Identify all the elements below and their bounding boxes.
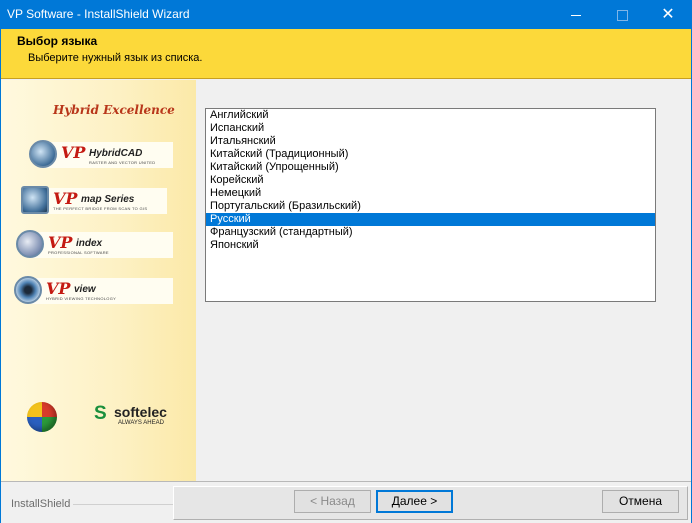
product-hybridcad: VP HybridCAD RASTER AND VECTOR UNITED — [29, 140, 173, 168]
language-option[interactable]: Португальский (Бразильский) — [206, 200, 655, 213]
product-name: HybridCAD — [89, 148, 143, 159]
footer-bar: InstallShield < Назад Далее > Отмена — [1, 481, 691, 523]
page-instruction: Выберите нужный язык из списка. — [28, 52, 203, 64]
language-option[interactable]: Русский — [206, 213, 655, 226]
language-option[interactable]: Китайский (Традиционный) — [206, 148, 655, 161]
header-banner: Выбор языка Выберите нужный язык из спис… — [1, 29, 691, 79]
page-title: Выбор языка — [17, 34, 98, 48]
softelec-wordmark: softelec — [114, 404, 167, 420]
language-option[interactable]: Английский — [206, 109, 655, 122]
cancel-button[interactable]: Отмена — [602, 490, 679, 513]
branding-panel: Hybrid Excellence VP HybridCAD RASTER AN… — [1, 80, 196, 481]
language-option[interactable]: Испанский — [206, 122, 655, 135]
close-icon[interactable]: ✕ — [645, 1, 691, 29]
language-option[interactable]: Китайский (Упрощенный) — [206, 161, 655, 174]
next-button[interactable]: Далее > — [376, 490, 453, 513]
product-tagline: THE PERFECT BRIDGE FROM SCAN TO GIS — [53, 206, 148, 211]
hybrid-excellence-label: Hybrid Excellence — [53, 103, 175, 117]
softelec-logo-icon: S — [94, 403, 107, 424]
product-view: VP view HYBRID VIEWING TECHNOLOGY — [14, 276, 173, 304]
back-button[interactable]: < Назад — [294, 490, 371, 513]
product-name: view — [74, 284, 96, 295]
color-ball-logo-icon — [27, 402, 57, 432]
installer-window: VP Software - InstallShield Wizard ✕ Выб… — [0, 0, 692, 523]
product-tagline: RASTER AND VECTOR UNITED — [89, 160, 156, 165]
index-logo-icon — [16, 230, 44, 258]
map-logo-icon — [21, 186, 49, 214]
window-title: VP Software - InstallShield Wizard — [7, 7, 190, 21]
language-option[interactable]: Итальянский — [206, 135, 655, 148]
maximize-icon — [599, 1, 645, 29]
product-vp-mark: VP — [61, 143, 86, 162]
title-bar[interactable]: VP Software - InstallShield Wizard ✕ — [1, 1, 691, 29]
eye-logo-icon — [14, 276, 42, 304]
language-option[interactable]: Японский — [206, 239, 655, 252]
product-name: map Series — [81, 194, 135, 205]
globe-logo-icon — [29, 140, 57, 168]
product-index: VP index PROFESSIONAL SOFTWARE — [16, 230, 173, 258]
minimize-icon[interactable] — [553, 1, 599, 29]
language-option[interactable]: Немецкий — [206, 187, 655, 200]
product-name: index — [76, 238, 103, 249]
product-tagline: HYBRID VIEWING TECHNOLOGY — [46, 296, 117, 301]
language-option[interactable]: Французский (стандартный) — [206, 226, 655, 239]
installshield-brand: InstallShield — [11, 498, 71, 510]
language-listbox[interactable]: Английский Испанский Итальянский Китайский … — [205, 108, 656, 302]
language-option[interactable]: Корейский — [206, 174, 655, 187]
product-map-series: VP map Series THE PERFECT BRIDGE FROM SC… — [21, 186, 167, 214]
product-tagline: PROFESSIONAL SOFTWARE — [48, 250, 109, 255]
footer-divider — [73, 504, 173, 505]
softelec-claim: ALWAYS AHEAD — [118, 420, 164, 426]
softelec-logo: S softelec ALWAYS AHEAD — [94, 402, 174, 426]
